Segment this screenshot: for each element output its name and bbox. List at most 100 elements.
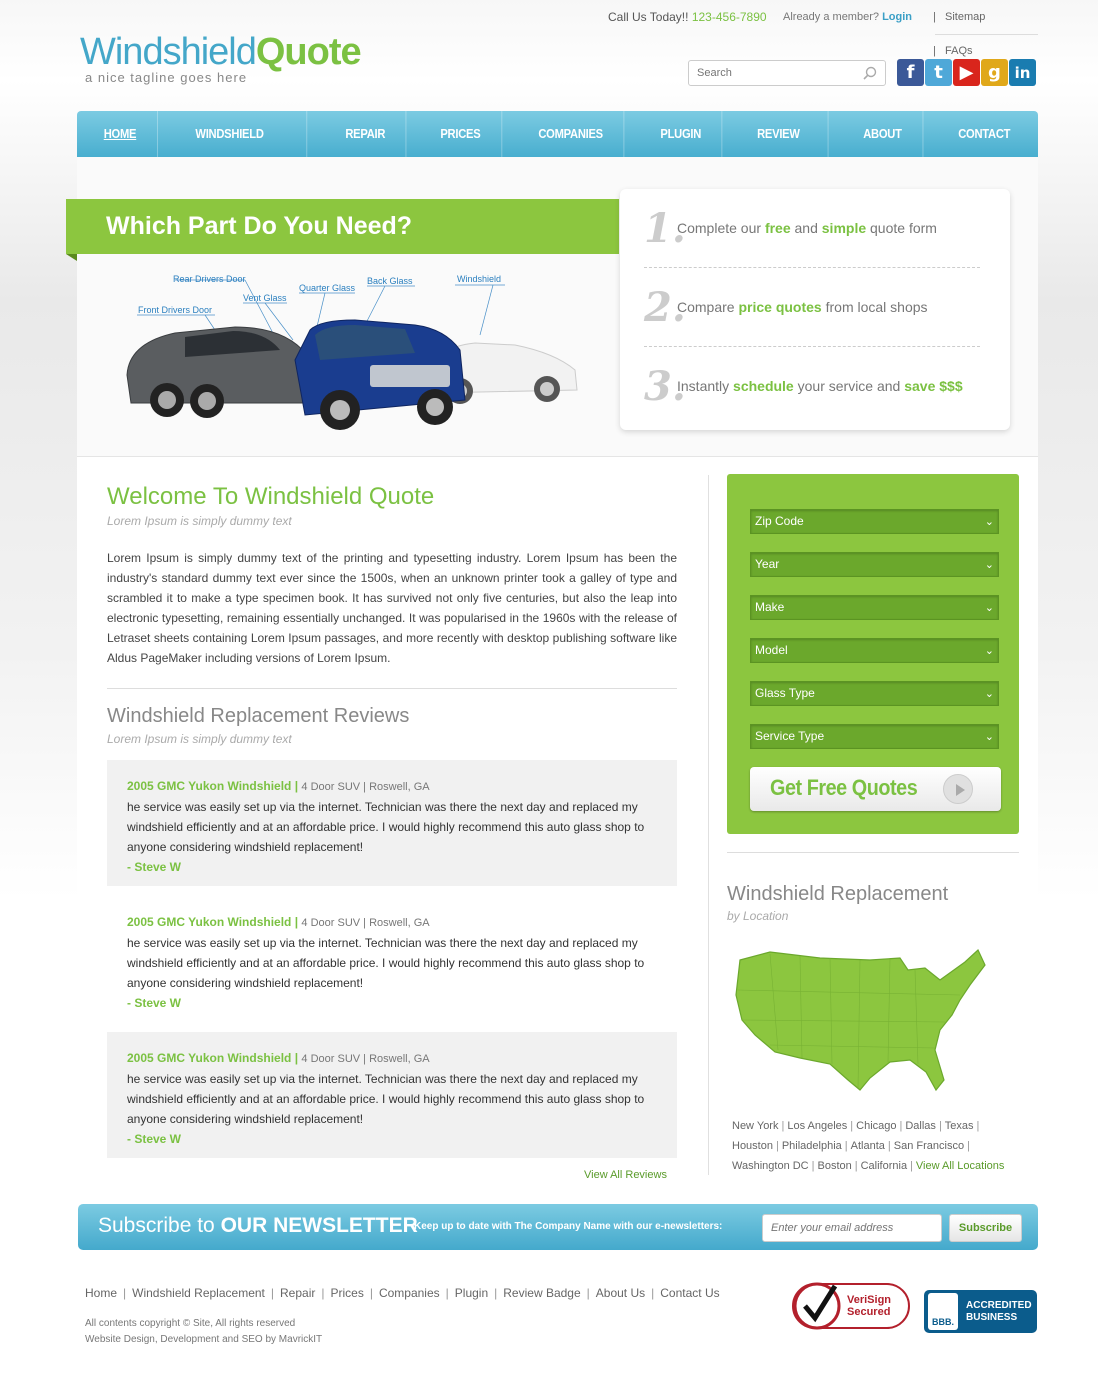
separator: | [887,1140,891,1152]
label-windshield[interactable]: Windshield [457,274,501,284]
view-all-reviews-link[interactable]: View All Reviews [584,1169,667,1181]
service-type-select[interactable]: Service Type ⌄ [750,724,999,749]
city-link[interactable]: San Francisco [894,1140,964,1152]
linkedin-icon[interactable]: in [1009,59,1036,86]
reviews-subtitle: Lorem Ipsum is simply dummy text [107,732,292,746]
nav-repair[interactable]: REPAIR [324,111,407,157]
city-list: New York | Los Angeles | Chicago | Dallas | Texa… [732,1116,1022,1176]
city-link[interactable]: Boston [817,1160,851,1172]
search-icon[interactable] [863,66,877,80]
footer-copyright: All contents copyright © Site, All right… [85,1316,322,1348]
review-text: he service was easily set up via the int… [127,936,645,990]
label-vent-glass[interactable]: Vent Glass [243,293,287,303]
subscribe-button[interactable]: Subscribe [949,1214,1022,1242]
label-quarter-glass[interactable]: Quarter Glass [299,283,355,293]
nav-companies[interactable]: COMPANIES [517,111,625,157]
get-quotes-label: Get Free Quotes [770,775,918,800]
city-link[interactable]: Dallas [905,1120,936,1132]
select-value: Year [755,557,780,571]
step-fragment: Instantly [677,378,734,394]
steps-panel: 1. Complete our free and simple quote for… [620,189,1010,430]
city-link[interactable]: Philadelphia [782,1140,842,1152]
footer-link-review-badge[interactable]: Review Badge [503,1286,580,1300]
footer-link-windshield-replacement[interactable]: Windshield Replacement [132,1286,265,1300]
hero-title: Which Part Do You Need? [66,199,619,254]
footer-link-plugin[interactable]: Plugin [455,1286,488,1300]
facebook-icon[interactable]: f [897,59,924,86]
label-rear-drivers-door[interactable]: Rear Drivers Door [173,274,246,284]
search-input[interactable] [697,61,857,85]
city-link[interactable]: Los Angeles [787,1120,847,1132]
nav-review-badge[interactable]: REVIEW BADGE [736,111,829,187]
select-value: Model [755,643,788,657]
location-subtitle: by Location [727,909,789,923]
nav-plugin[interactable]: PLUGIN [639,111,723,157]
site-logo[interactable]: WindshieldQuote [80,30,362,74]
phone-number[interactable]: 123-456-7890 [692,10,767,24]
city-link[interactable]: New York [732,1120,778,1132]
sitemap-link-wrap: | Sitemap [933,11,986,23]
city-link[interactable]: Washington DC [732,1160,809,1172]
footer-link-repair[interactable]: Repair [280,1286,315,1300]
model-select[interactable]: Model ⌄ [750,638,999,663]
us-map[interactable] [730,940,990,1100]
newsletter-title: Subscribe to OUR NEWSLETTER [98,1214,418,1238]
label-front-drivers-door[interactable]: Front Drivers Door [138,305,212,315]
city-link[interactable]: Texas [945,1120,974,1132]
review-meta: 4 Door SUV | Roswell, GA [301,781,430,793]
newsletter-email-input[interactable] [762,1214,942,1242]
view-all-locations-link[interactable]: View All Locations [916,1160,1004,1172]
make-select[interactable]: Make ⌄ [750,595,999,620]
review-title[interactable]: 2005 GMC Yukon Windshield | [127,779,298,793]
nav-windshield-replacement[interactable]: WINDSHIELD REPLACEMENT [175,111,307,187]
newsletter-title-bold: OUR NEWSLETTER [220,1214,418,1237]
footer-link-companies[interactable]: Companies [379,1286,440,1300]
nav-about-us[interactable]: ABOUT US [842,111,923,187]
review-title[interactable]: 2005 GMC Yukon Windshield | [127,915,298,929]
get-free-quotes-button[interactable]: Get Free Quotes [750,767,1001,811]
year-select[interactable]: Year ⌄ [750,552,999,577]
bbb-badge[interactable]: BBB. ACCREDITED BUSINESS [924,1290,1037,1333]
sitemap-link[interactable]: Sitemap [945,11,985,23]
review-title[interactable]: 2005 GMC Yukon Windshield | [127,1051,298,1065]
footer-link-about-us[interactable]: About Us [596,1286,645,1300]
nav-contact-us[interactable]: CONTACT US [937,111,1030,187]
review-text: he service was easily set up via the int… [127,1072,645,1126]
separator: | [321,1286,325,1300]
youtube-icon[interactable]: ▶ [953,59,980,86]
step-text: Complete our free and simple quote form [677,220,937,236]
welcome-body: Lorem Ipsum is simply dummy text of the … [107,551,677,665]
city-link[interactable]: Chicago [856,1120,896,1132]
nav-prices[interactable]: PRICES [420,111,502,157]
faqs-link[interactable]: FAQs [945,45,973,57]
car-parts-illustration[interactable]: Rear Drivers Door Vent Glass Quarter Gla… [115,265,585,445]
nav-home[interactable]: HOME [83,111,158,157]
chevron-down-icon: ⌄ [984,516,994,528]
glass-type-select[interactable]: Glass Type ⌄ [750,681,999,706]
separator: | [651,1286,655,1300]
city-link[interactable]: California [861,1160,907,1172]
logo-word-2: Quote [255,31,362,73]
footer-link-home[interactable]: Home [85,1286,117,1300]
twitter-icon[interactable]: t [925,59,952,86]
bbb-logo-text: BBB. [932,1317,954,1327]
separator: | [270,1286,274,1300]
google-icon[interactable]: g [981,59,1008,86]
review-card: 2005 GMC Yukon Windshield | 4 Door SUV |… [107,1032,677,1158]
separator: | [967,1140,970,1152]
review-header: 2005 GMC Yukon Windshield | 4 Door SUV |… [127,1048,657,1069]
step-highlight: free [764,220,791,236]
footer-nav: Home | Windshield Replacement | Repair | Price… [85,1286,720,1300]
separator: | [976,1120,980,1132]
zip-code-select[interactable]: Zip Code ⌄ [750,509,999,534]
logo-word-1: Windshield [80,31,257,73]
footer-link-prices[interactable]: Prices [330,1286,363,1300]
city-link[interactable]: Atlanta [851,1140,885,1152]
label-back-glass[interactable]: Back Glass [367,276,413,286]
step-highlight: simple [821,220,867,236]
city-link[interactable]: Houston [732,1140,773,1152]
verisign-badge[interactable]: VeriSign Secured [791,1280,911,1332]
login-link[interactable]: Login [882,11,912,23]
review-text: he service was easily set up via the int… [127,800,645,854]
footer-link-contact-us[interactable]: Contact Us [660,1286,719,1300]
